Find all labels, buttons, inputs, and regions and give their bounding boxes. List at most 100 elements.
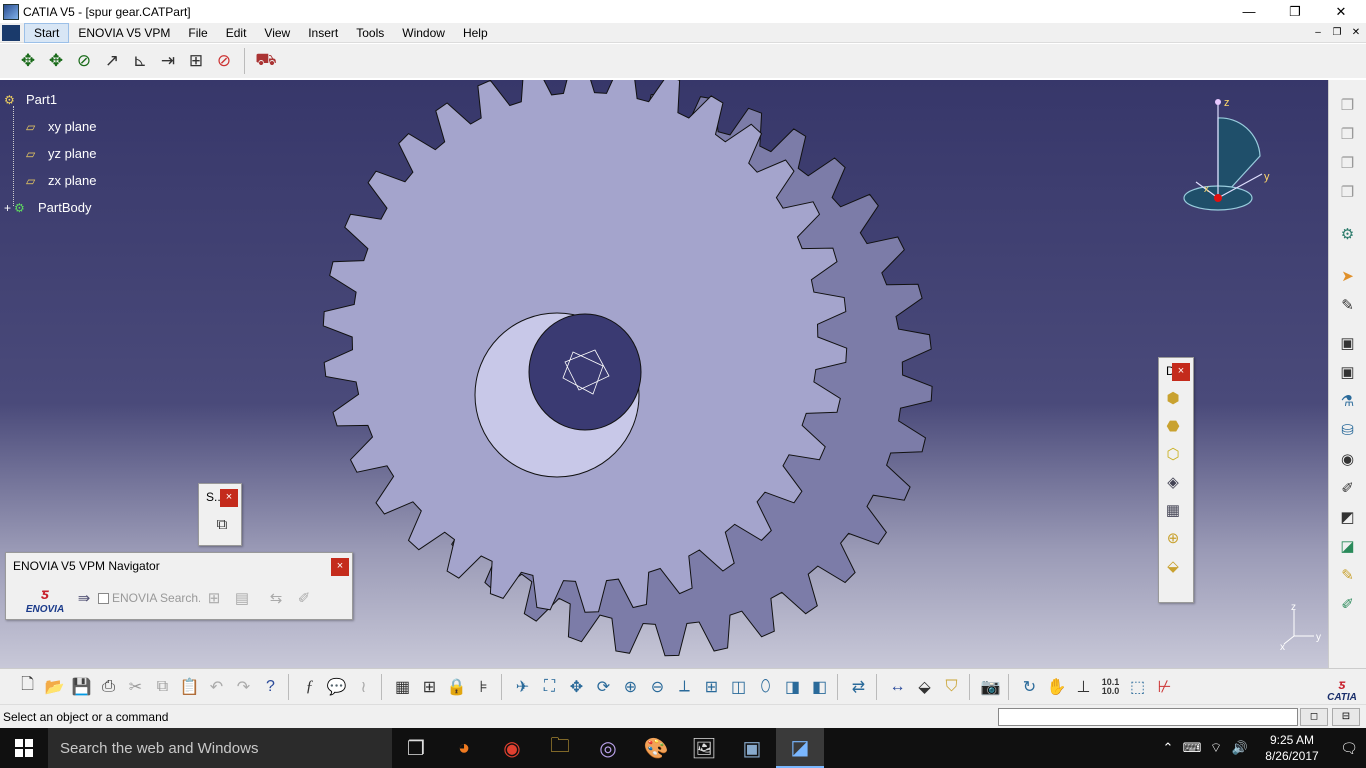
- whats-this-icon[interactable]: ?: [257, 673, 284, 701]
- tool-icon-10[interactable]: ✐: [1335, 590, 1361, 617]
- tool-icon-7[interactable]: ◩: [1335, 503, 1361, 530]
- volume-icon[interactable]: 🔊: [1228, 740, 1252, 756]
- grid-values-icon[interactable]: 10.1 10.0: [1097, 673, 1124, 701]
- hand-icon[interactable]: ✋: [1043, 673, 1070, 701]
- enovia-search-label[interactable]: ENOVIA Search...: [112, 591, 200, 605]
- floating-toolbar-s[interactable]: S... × ⧉: [198, 483, 242, 546]
- floating-toolbar-d[interactable]: D × ⬢ ⬣ ⬡ ◈ ▦ ⊕ ⬙: [1158, 357, 1194, 603]
- pattern-icon[interactable]: ▦: [1159, 496, 1187, 524]
- enovia-navigator-close[interactable]: ×: [331, 558, 349, 576]
- enovia-save-icon[interactable]: ▤: [228, 584, 256, 612]
- action-center-icon[interactable]: 🗨: [1332, 740, 1366, 757]
- swap-space-icon[interactable]: ◧: [806, 673, 833, 701]
- menu-start[interactable]: Start: [24, 22, 70, 43]
- enovia-navigator-toolbar[interactable]: ENOVIA V5 VPM Navigator × ƽ ENOVIA ⇛ ENO…: [5, 552, 353, 620]
- taskbar-search-box[interactable]: Search the web and Windows: [48, 728, 392, 768]
- maximize-button[interactable]: ❐: [1272, 0, 1318, 23]
- snap-point-icon[interactable]: ⊬: [1151, 673, 1178, 701]
- floating-toolbar-d-header[interactable]: D ×: [1159, 358, 1193, 384]
- minimize-button[interactable]: —: [1226, 0, 1272, 23]
- print-icon[interactable]: ⎙: [95, 673, 122, 701]
- tool-icon-6[interactable]: ✐: [1335, 474, 1361, 501]
- sketcher-icon[interactable]: ✎: [1335, 291, 1361, 318]
- undo-icon[interactable]: ↶: [203, 673, 230, 701]
- copy-icon[interactable]: ⧉: [149, 673, 176, 701]
- tool-icon-2[interactable]: ▣: [1335, 358, 1361, 385]
- axis-system-icon[interactable]: ⊥: [1070, 673, 1097, 701]
- analysis-icon[interactable]: ⊘: [210, 47, 238, 75]
- enovia-navigator-header[interactable]: ENOVIA V5 VPM Navigator ×: [6, 553, 352, 579]
- magnet-icon[interactable]: ↗: [98, 47, 126, 75]
- tool-icon-5[interactable]: ◉: [1335, 445, 1361, 472]
- pan-icon[interactable]: ✥: [14, 47, 42, 75]
- lock-icon[interactable]: 🔒: [443, 673, 470, 701]
- fillet-icon[interactable]: ◈: [1159, 468, 1187, 496]
- firefox-icon[interactable]: ◕: [440, 728, 488, 768]
- constraint-icon[interactable]: ⊞: [182, 47, 210, 75]
- capture-icon[interactable]: 📷: [977, 673, 1004, 701]
- new-file-icon[interactable]: 🗋: [14, 673, 41, 701]
- split-view-icon[interactable]: ⬚: [1124, 673, 1151, 701]
- redo-icon[interactable]: ↷: [230, 673, 257, 701]
- sketch-tool-icon[interactable]: ⧉: [208, 510, 236, 538]
- menu-tools[interactable]: Tools: [347, 24, 393, 42]
- apply-material-icon[interactable]: ⇄: [845, 673, 872, 701]
- media-app-icon[interactable]: ◎: [584, 728, 632, 768]
- status-collapse-button[interactable]: ⊟: [1332, 708, 1360, 726]
- fit-all-icon[interactable]: ⛶: [536, 673, 563, 701]
- normal-view-icon[interactable]: ⟂: [671, 673, 698, 701]
- tool-icon-8[interactable]: ◪: [1335, 532, 1361, 559]
- shaft-icon[interactable]: ⬡: [1159, 440, 1187, 468]
- zoom-out-icon[interactable]: ⊖: [644, 673, 671, 701]
- iso-view-icon[interactable]: ◫: [725, 673, 752, 701]
- menu-help[interactable]: Help: [454, 24, 497, 42]
- floating-toolbar-d-close[interactable]: ×: [1172, 363, 1190, 381]
- tree-item-yz-plane[interactable]: ▱ yz plane: [4, 140, 96, 167]
- enovia-search-checkbox[interactable]: [98, 592, 109, 604]
- snap-icon[interactable]: ⊘: [70, 47, 98, 75]
- zoom-in-icon[interactable]: ⊕: [617, 673, 644, 701]
- open-folder-icon[interactable]: 📂: [41, 673, 68, 701]
- mdi-restore-button[interactable]: ❐: [1328, 26, 1346, 40]
- show-hidden-icons-icon[interactable]: ⌃: [1156, 740, 1180, 756]
- scan-icon[interactable]: ⊧: [470, 673, 497, 701]
- hole-icon[interactable]: ⊕: [1159, 524, 1187, 552]
- image-viewer-icon[interactable]: ▣: [728, 728, 776, 768]
- menu-window[interactable]: Window: [393, 24, 454, 42]
- cut-icon[interactable]: ✂: [122, 673, 149, 701]
- tree-item-partbody[interactable]: + ⚙ PartBody: [4, 194, 96, 221]
- tool-icon-3[interactable]: ⚗: [1335, 387, 1361, 414]
- input-language-icon[interactable]: ⌨: [1180, 740, 1204, 756]
- tool-icon-9[interactable]: ✎: [1335, 561, 1361, 588]
- floating-toolbar-s-close[interactable]: ×: [220, 489, 238, 507]
- fly-mode-icon[interactable]: ✈: [509, 673, 536, 701]
- hide-show-icon[interactable]: ◨: [779, 673, 806, 701]
- measure-item-icon[interactable]: ⬙: [911, 673, 938, 701]
- knowledge-icon[interactable]: ≀: [350, 673, 377, 701]
- update-icon[interactable]: ↻: [1016, 673, 1043, 701]
- measure-icon[interactable]: ↔: [884, 673, 911, 701]
- part-design-icon[interactable]: ⚙: [1335, 220, 1361, 247]
- menu-enovia[interactable]: ENOVIA V5 VPM: [69, 24, 179, 42]
- close-button[interactable]: ✕: [1318, 0, 1364, 23]
- catia-menu-icon[interactable]: [2, 24, 20, 41]
- move-icon[interactable]: ✥: [42, 47, 70, 75]
- tree-root[interactable]: ⚙ Part1: [4, 86, 96, 113]
- mdi-minimize-button[interactable]: –: [1309, 26, 1327, 40]
- tree-item-zx-plane[interactable]: ▱ zx plane: [4, 167, 96, 194]
- photos-icon[interactable]: 🖼: [680, 728, 728, 768]
- workbench-icon-1[interactable]: ❐: [1335, 91, 1361, 118]
- workbench-icon-2[interactable]: ❐: [1335, 120, 1361, 147]
- measure-inertia-icon[interactable]: ⛉: [938, 673, 965, 701]
- expand-icon[interactable]: +: [4, 201, 14, 215]
- pocket-icon[interactable]: ⬣: [1159, 412, 1187, 440]
- catalog-icon[interactable]: ⛟: [252, 47, 280, 75]
- compass-widget[interactable]: z y x: [1180, 94, 1280, 214]
- tool-icon-1[interactable]: ▣: [1335, 329, 1361, 356]
- rotate-view-icon[interactable]: ⟳: [590, 673, 617, 701]
- select-arrow-icon[interactable]: ➤: [1335, 262, 1361, 289]
- status-expand-button[interactable]: ◻: [1300, 708, 1328, 726]
- comment-icon[interactable]: 💬: [323, 673, 350, 701]
- mdi-close-button[interactable]: ✕: [1347, 26, 1365, 40]
- enovia-tree-icon[interactable]: ⊞: [200, 584, 228, 612]
